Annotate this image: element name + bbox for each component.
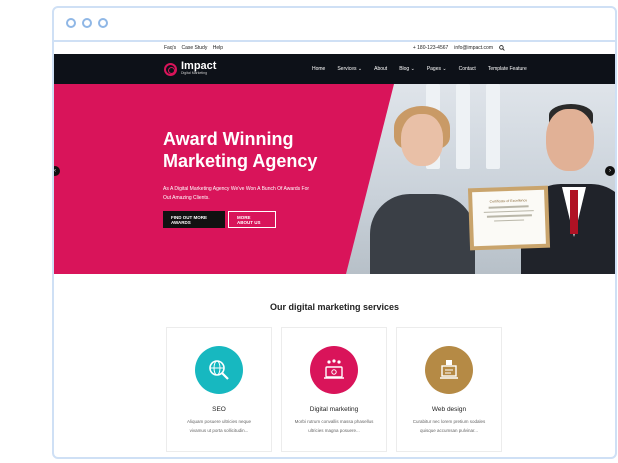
chevron-down-icon: ⌄: [410, 66, 415, 72]
hero-title: Award Winning Marketing Agency: [163, 129, 318, 171]
nav-item-contact[interactable]: Contact: [459, 66, 476, 72]
phone-number[interactable]: + 180-123-4567: [413, 45, 448, 51]
person-body: [370, 194, 475, 274]
nav-item-home[interactable]: Home: [312, 66, 325, 72]
top-link-faq[interactable]: Faq's: [164, 45, 176, 51]
person-face: [546, 109, 594, 171]
service-text: Curabitur nec lorem pretium sodales quis…: [412, 419, 486, 433]
web-design-icon: [425, 346, 473, 394]
email-address[interactable]: info@impact.com: [454, 45, 493, 51]
find-out-more-awards-button[interactable]: FIND OUT MORE AWARDS: [163, 211, 225, 228]
hero-text: As A Digital Marketing Agency We've Won …: [163, 186, 310, 201]
nav-item-services[interactable]: Services ⌄: [337, 66, 362, 72]
service-card-seo[interactable]: SEO Aliquam posuere ultricies neque viva…: [166, 327, 272, 452]
seo-globe-icon: [195, 346, 243, 394]
main-nav: Impact Digital Marketing Home Services ⌄…: [54, 54, 615, 84]
service-card-web-design[interactable]: Web design Curabitur nec lorem pretium s…: [396, 327, 502, 452]
browser-frame: Faq's Case Study Help + 180-123-4567 inf…: [52, 6, 617, 459]
service-text: Morbi rutrum convallis massa phasellus u…: [294, 419, 374, 433]
browser-chrome: [54, 8, 615, 42]
top-contact: + 180-123-4567 info@impact.com: [413, 45, 505, 51]
person-face: [401, 114, 443, 166]
chevron-down-icon: ⌄: [357, 66, 363, 72]
search-icon[interactable]: [499, 45, 505, 51]
chevron-down-icon: ⌄: [442, 66, 447, 72]
window-dot-icon: [98, 18, 108, 28]
digital-marketing-icon: [310, 346, 358, 394]
hero-section: Certificate of Excellence Award Winning …: [54, 84, 615, 274]
top-link-help[interactable]: Help: [213, 45, 223, 51]
hero-photo: Certificate of Excellence: [346, 84, 615, 274]
more-about-us-button[interactable]: MORE ABOUT US: [228, 211, 276, 228]
nav-item-template-feature[interactable]: Template Feature: [488, 66, 527, 72]
service-name: Web design: [431, 406, 467, 413]
service-name: SEO: [212, 406, 226, 413]
top-links: Faq's Case Study Help: [164, 45, 227, 51]
services-section: Our digital marketing services SEO Aliqu…: [54, 274, 615, 457]
nav-menu: Home Services ⌄ About Blog ⌄ Pages ⌄ Con…: [312, 66, 527, 72]
hero-copy: Award Winning Marketing Agency As A Digi…: [163, 128, 333, 228]
service-text: Aliquam posuere ultricies neque vivamus …: [186, 419, 252, 433]
service-name: Digital marketing: [309, 406, 359, 413]
services-title: Our digital marketing services: [269, 302, 400, 312]
hero-buttons: FIND OUT MORE AWARDS MORE ABOUT US: [163, 211, 333, 228]
chevron-right-icon[interactable]: ›: [605, 166, 615, 176]
nav-item-about[interactable]: About: [374, 66, 387, 72]
nav-item-pages[interactable]: Pages ⌄: [427, 66, 447, 72]
certificate-title: Certificate of Excellence: [489, 198, 528, 204]
chevron-left-icon[interactable]: ‹: [54, 166, 60, 176]
top-link-case-study[interactable]: Case Study: [181, 45, 207, 51]
window-dot-icon: [66, 18, 76, 28]
window-dot-icon: [82, 18, 92, 28]
service-card-digital-marketing[interactable]: Digital marketing Morbi rutrum convallis…: [281, 327, 387, 452]
top-bar: Faq's Case Study Help + 180-123-4567 inf…: [54, 42, 615, 54]
logo[interactable]: Impact Digital Marketing: [164, 61, 216, 76]
nav-item-blog[interactable]: Blog ⌄: [399, 66, 415, 72]
certificate: Certificate of Excellence: [467, 185, 551, 251]
logo-mark-icon: [164, 62, 177, 76]
